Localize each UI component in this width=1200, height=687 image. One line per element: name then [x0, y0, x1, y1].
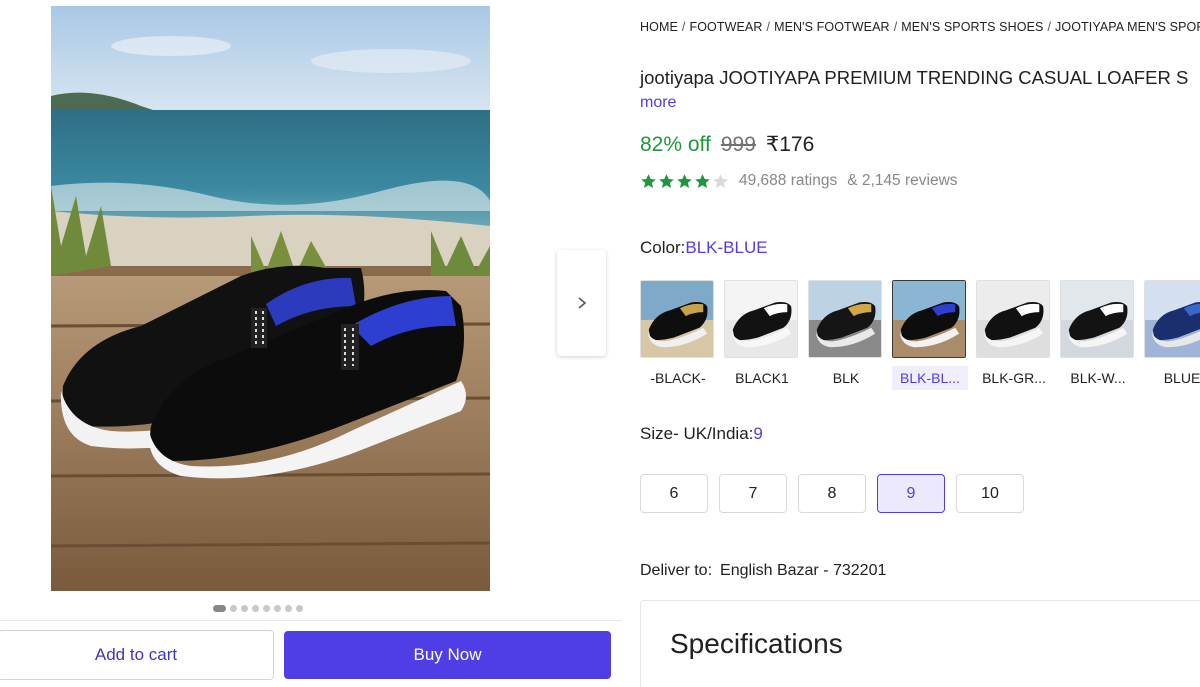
color-swatch-thumbnail [808, 280, 882, 358]
size-option-button[interactable]: 7 [719, 474, 787, 513]
carousel-dot[interactable] [263, 604, 270, 612]
color-swatch[interactable]: -BLACK- [640, 280, 716, 390]
carousel-dot[interactable] [252, 604, 259, 612]
size-label: Size- UK/India:9 [640, 424, 763, 444]
breadcrumb-separator: / [893, 20, 898, 34]
breadcrumb-separator: / [1047, 20, 1052, 34]
selling-price: ₹176 [765, 133, 815, 156]
ratings-count: 49,688 ratings [739, 172, 838, 189]
color-swatch[interactable]: BLK-GR... [976, 280, 1052, 390]
buy-now-button[interactable]: Buy Now [284, 631, 611, 679]
breadcrumb-item[interactable]: HOME [640, 20, 678, 34]
color-swatch-thumbnail [1060, 280, 1134, 358]
price-row: 82% off 999 ₹176 [640, 132, 814, 157]
size-option-button[interactable]: 8 [798, 474, 866, 513]
selected-size: 9 [753, 424, 763, 443]
rating-stars [640, 173, 729, 190]
color-swatch-label: BLK-BL... [892, 366, 968, 390]
breadcrumb: HOME / FOOTWEAR / MEN'S FOOTWEAR / MEN'S SPORT… [640, 20, 1200, 34]
carousel-dot[interactable] [241, 604, 248, 612]
star-filled-icon [677, 173, 692, 188]
size-option-button[interactable]: 6 [640, 474, 708, 513]
size-option-button[interactable]: 9 [877, 474, 945, 513]
carousel-dot[interactable] [213, 604, 226, 612]
breadcrumb-separator: / [681, 20, 686, 34]
breadcrumb-item[interactable]: JOOTIYAPA MEN'S SPORTS SH [1055, 20, 1200, 34]
color-swatch-label: BLK-GR... [982, 370, 1046, 386]
mrp-price: 999 [720, 133, 756, 156]
chevron-right-icon [577, 297, 586, 309]
carousel-dot[interactable] [274, 604, 281, 612]
product-photo [51, 6, 490, 591]
color-swatch[interactable]: BLACK1 [724, 280, 800, 390]
color-label-text: Color: [640, 238, 686, 257]
deliver-label: Deliver to: [640, 562, 713, 579]
image-carousel-dots [213, 604, 303, 612]
color-swatch-thumbnail [892, 280, 966, 358]
color-swatch-label: -BLACK- [650, 370, 706, 386]
star-filled-icon [695, 173, 710, 188]
color-swatch-label: BLK [832, 370, 860, 386]
color-swatch-thumbnail [724, 280, 798, 358]
specifications-title: Specifications [670, 628, 843, 659]
star-empty-icon [713, 173, 728, 188]
reviews-count: & 2,145 reviews [847, 172, 958, 189]
main-product-image[interactable] [51, 6, 490, 591]
delivery-location: English Bazar - 732201 [720, 562, 887, 579]
breadcrumb-separator: / [766, 20, 771, 34]
breadcrumb-item[interactable]: MEN'S SPORTS SHOES [901, 20, 1043, 34]
color-label: Color:BLK-BLUE [640, 238, 768, 258]
size-label-text: Size- UK/India: [640, 424, 754, 443]
add-to-cart-button[interactable]: Add to cart [0, 630, 274, 680]
carousel-dot[interactable] [285, 604, 292, 612]
color-swatch[interactable]: BLK [808, 280, 884, 390]
color-swatch[interactable]: BLUE [1144, 280, 1200, 390]
carousel-dot[interactable] [296, 604, 303, 612]
color-swatch-thumbnail [640, 280, 714, 358]
color-swatch-thumbnail [1144, 280, 1200, 358]
color-swatch[interactable]: BLK-BL... [892, 280, 968, 390]
star-filled-icon [659, 173, 674, 188]
color-swatches: -BLACK- BLACK1 BLK BLK-BL... BLK-GR... BLK-W.… [640, 280, 1200, 390]
product-title: jootiyapa JOOTIYAPA PREMIUM TRENDING CAS… [640, 67, 1189, 88]
color-swatch-label: BLK-W... [1070, 370, 1126, 386]
star-filled-icon [641, 173, 656, 188]
size-options: 6 7 8 9 10 [640, 474, 1024, 513]
color-swatch-thumbnail [976, 280, 1050, 358]
breadcrumb-item[interactable]: FOOTWEAR [689, 20, 762, 34]
breadcrumb-item[interactable]: MEN'S FOOTWEAR [774, 20, 890, 34]
color-swatch-label: BLUE [1163, 370, 1200, 386]
color-swatch[interactable]: BLK-W... [1060, 280, 1136, 390]
size-option-button[interactable]: 10 [956, 474, 1024, 513]
more-link[interactable]: more [640, 94, 676, 112]
delivery-info[interactable]: Deliver to: English Bazar - 732201 [640, 562, 886, 580]
rating-row[interactable]: 49,688 ratings & 2,145 reviews [640, 172, 958, 190]
discount-text: 82% off [640, 133, 711, 156]
color-swatch-label: BLACK1 [735, 370, 789, 386]
next-image-button[interactable] [557, 250, 606, 356]
selected-color: BLK-BLUE [685, 238, 768, 257]
carousel-dot[interactable] [230, 604, 237, 612]
